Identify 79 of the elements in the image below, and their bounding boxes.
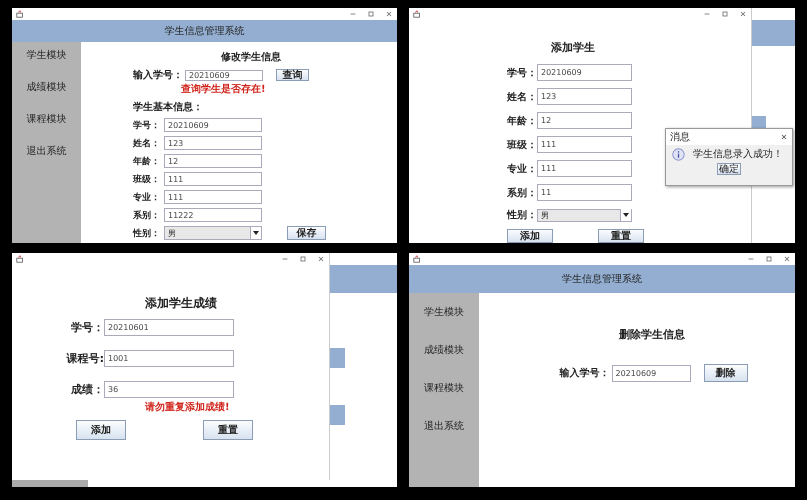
app-icon: [16, 255, 24, 263]
student-id-field[interactable]: 20210609: [185, 70, 263, 80]
text-field[interactable]: 20210609: [537, 64, 632, 81]
text-field[interactable]: 111: [537, 136, 632, 153]
close-icon[interactable]: [780, 133, 788, 141]
form-button[interactable]: 添加: [76, 420, 126, 440]
text-field[interactable]: 1001: [104, 350, 234, 367]
field-label: 姓名：: [133, 138, 161, 150]
form-button[interactable]: 重置: [598, 229, 644, 243]
student-id-field[interactable]: 20210609: [612, 364, 690, 382]
dropdown[interactable]: 男: [164, 226, 262, 240]
sidebar-item[interactable]: 退出系统: [424, 419, 464, 433]
text-field[interactable]: 123: [164, 136, 262, 150]
form-title: 添加学生成绩: [145, 295, 218, 312]
sidebar-item[interactable]: 学生模块: [26, 48, 66, 62]
section-title: 学生基本信息：: [133, 100, 204, 114]
query-button[interactable]: 查询: [276, 69, 309, 81]
field-label: 成绩：: [70, 382, 104, 397]
text-field[interactable]: 20210601: [104, 319, 234, 336]
form-button[interactable]: 添加: [507, 229, 553, 243]
maximize-icon[interactable]: [299, 255, 308, 263]
maximize-icon[interactable]: [765, 255, 773, 263]
text-field[interactable]: 20210609: [164, 118, 262, 132]
field-label: 姓名：: [507, 90, 537, 104]
close-icon[interactable]: [385, 10, 393, 18]
text-field[interactable]: 11: [537, 184, 632, 201]
warning-text: 查询学生是否存在!: [181, 82, 267, 96]
field-label: 班级：: [507, 138, 537, 152]
field-label: 系别：: [133, 209, 161, 222]
field-label: 学号：: [70, 320, 104, 335]
field-label: 年龄：: [507, 114, 537, 128]
text-field[interactable]: 111: [164, 172, 262, 186]
sidebar-item[interactable]: 课程模块: [424, 381, 464, 395]
field-label: 系别：: [507, 186, 537, 200]
form-button[interactable]: 重置: [203, 420, 253, 440]
field-label: 专业：: [133, 191, 161, 204]
sidebar-item[interactable]: 课程模块: [26, 112, 66, 126]
dialog-title: 消息: [670, 130, 690, 144]
field-label: 学号：: [507, 66, 537, 80]
dialog-message: 学生信息录入成功！: [693, 148, 783, 161]
text-field[interactable]: 111: [164, 190, 262, 204]
sidebar-item[interactable]: 学生模块: [424, 305, 464, 319]
sidebar-item[interactable]: 成绩模块: [424, 343, 464, 357]
text-field[interactable]: 12: [164, 154, 262, 168]
field-label: 输入学号：: [133, 68, 183, 82]
sidebar-item[interactable]: 退出系统: [26, 144, 66, 158]
text-field[interactable]: 11222: [164, 208, 262, 222]
field-label: 输入学号：: [560, 366, 610, 380]
ok-button[interactable]: 确定: [717, 163, 741, 175]
form-title: 删除学生信息: [619, 327, 685, 342]
app-icon: [413, 255, 421, 263]
close-icon[interactable]: [783, 255, 791, 263]
close-icon[interactable]: [317, 255, 326, 263]
field-label: 班级：: [133, 173, 161, 186]
app-title: 学生信息管理系统: [562, 272, 642, 286]
field-label: 性别：: [133, 228, 161, 240]
text-field[interactable]: 123: [537, 88, 632, 105]
form-title: 添加学生: [551, 40, 596, 55]
maximize-icon[interactable]: [367, 10, 375, 18]
field-label: 性别：: [507, 208, 537, 222]
close-icon[interactable]: [739, 10, 748, 18]
app-title: 学生信息管理系统: [164, 24, 244, 38]
app-icon: [413, 10, 421, 18]
text-field[interactable]: 12: [537, 112, 632, 129]
field-label: 学号：: [133, 120, 161, 132]
delete-button[interactable]: 删除: [704, 364, 748, 382]
app-icon: [16, 10, 24, 18]
maximize-icon[interactable]: [721, 10, 730, 18]
text-field[interactable]: 36: [104, 381, 234, 398]
field-label: 专业：: [507, 162, 537, 176]
dropdown[interactable]: 男: [537, 208, 632, 222]
sidebar-item[interactable]: 成绩模块: [26, 80, 66, 94]
warning-text: 请勿重复添加成绩!: [145, 400, 231, 414]
save-button[interactable]: 保存: [287, 226, 326, 240]
form-title: 修改学生信息: [221, 50, 282, 64]
field-label: 课程号:: [65, 351, 104, 366]
field-label: 年龄：: [133, 156, 161, 168]
info-icon: [672, 148, 685, 160]
text-field[interactable]: 111: [537, 160, 632, 177]
